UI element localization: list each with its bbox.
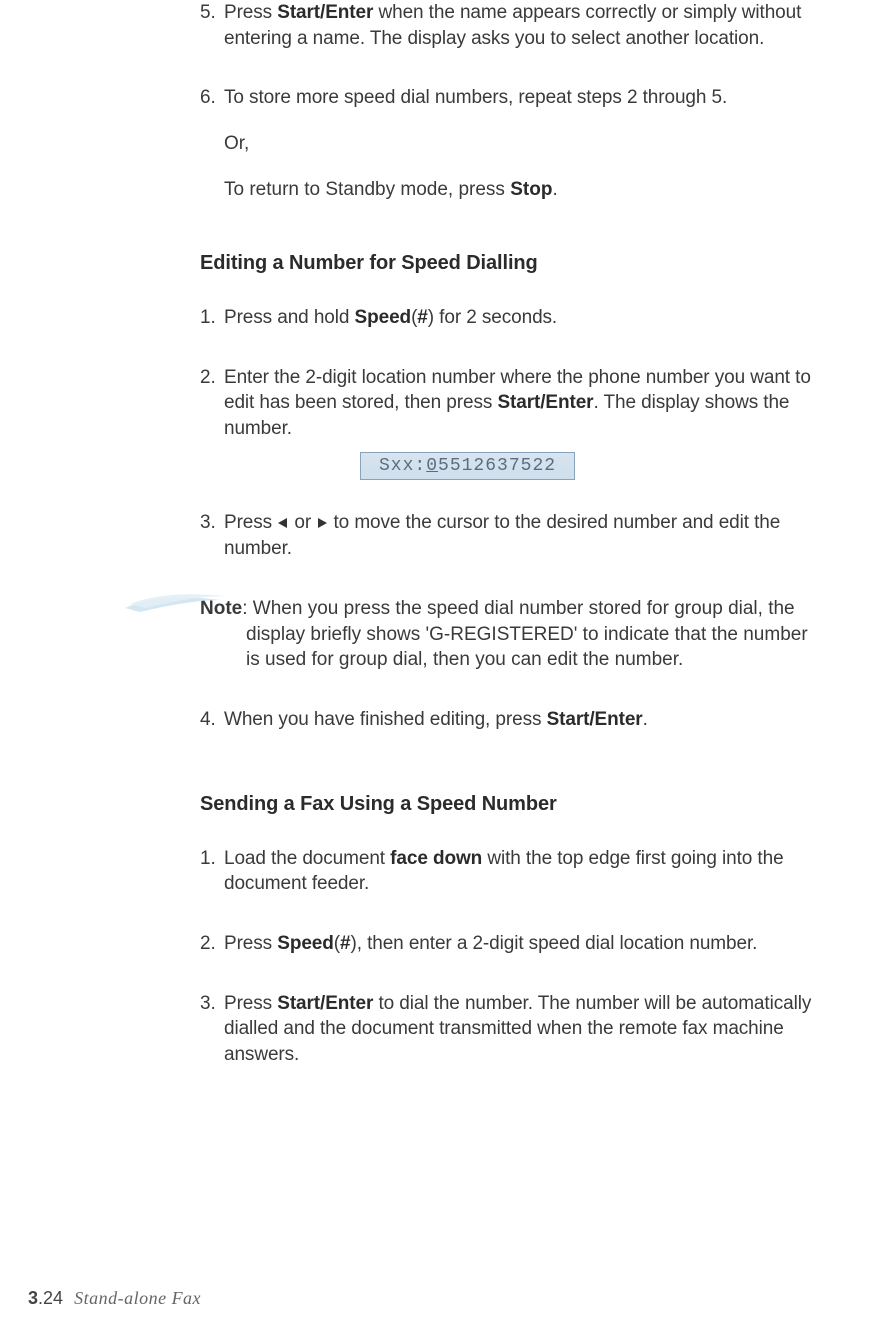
edit-step-1: 1. Press and hold Speed(#) for 2 seconds… bbox=[200, 305, 822, 331]
text: or bbox=[289, 512, 316, 533]
step-6-return: To return to Standby mode, press Stop. bbox=[200, 177, 822, 203]
send-step-1: 1. Load the document face down with the … bbox=[200, 846, 822, 897]
text: To return to Standby mode, press bbox=[224, 179, 510, 200]
edit-step-2: 2. Enter the 2-digit location number whe… bbox=[200, 365, 822, 442]
page-number: 24 bbox=[43, 1288, 63, 1308]
send-step-2: 2. Press Speed(#), then enter a 2-digit … bbox=[200, 931, 822, 957]
page-content: 5. Press Start/Enter when the name appea… bbox=[0, 0, 882, 1067]
step-body: Load the document face down with the top… bbox=[224, 846, 822, 897]
edit-step-3: 3. Press or to move the cursor to the de… bbox=[200, 510, 822, 562]
step-number: 1. bbox=[200, 305, 224, 331]
button-name: Stop bbox=[510, 179, 552, 200]
note-text: Note: When you press the speed dial numb… bbox=[200, 596, 822, 673]
text: Press bbox=[224, 2, 277, 23]
text: When you have finished editing, press bbox=[224, 709, 547, 730]
button-name: Start/Enter bbox=[277, 2, 373, 23]
button-name: Speed bbox=[355, 307, 412, 328]
heading-editing: Editing a Number for Speed Dialling bbox=[200, 252, 822, 275]
step-body: Press Start/Enter when the name appears … bbox=[224, 0, 822, 51]
button-name: Start/Enter bbox=[547, 709, 643, 730]
text: Press bbox=[224, 933, 277, 954]
display-row: Sxx:05512637522 bbox=[200, 456, 822, 510]
step-number: 5. bbox=[200, 0, 224, 26]
note-block: Note: When you press the speed dial numb… bbox=[200, 596, 822, 673]
text: ) for 2 seconds. bbox=[428, 307, 557, 328]
heading-sending: Sending a Fax Using a Speed Number bbox=[200, 793, 822, 816]
display-cursor-digit: 0 bbox=[426, 456, 438, 476]
step-number: 6. bbox=[200, 85, 224, 111]
chapter-number: 3 bbox=[28, 1288, 38, 1308]
step-number: 3. bbox=[200, 510, 224, 536]
note-continuation: display briefly shows 'G-REGISTERED' to … bbox=[200, 622, 822, 673]
display-prefix: Sxx: bbox=[379, 456, 426, 476]
button-name: Start/Enter bbox=[497, 392, 593, 413]
step-number: 2. bbox=[200, 365, 224, 391]
step-body: When you have finished editing, press St… bbox=[224, 707, 822, 733]
note-first-line: When you press the speed dial number sto… bbox=[253, 598, 795, 619]
step-body: Press or to move the cursor to the desir… bbox=[224, 510, 822, 562]
text: Load the document bbox=[224, 848, 390, 869]
send-step-3: 3. Press Start/Enter to dial the number.… bbox=[200, 991, 822, 1068]
right-arrow-icon bbox=[316, 511, 328, 537]
lcd-display: Sxx:05512637522 bbox=[360, 452, 575, 480]
step-body: Press Start/Enter to dial the number. Th… bbox=[224, 991, 822, 1068]
page-footer: 3.24 Stand-alone Fax bbox=[28, 1288, 201, 1309]
text: Press bbox=[224, 512, 277, 533]
display-rest: 5512637522 bbox=[438, 456, 556, 476]
text: . bbox=[643, 709, 648, 730]
left-arrow-icon bbox=[277, 511, 289, 537]
key-name: # bbox=[340, 933, 350, 954]
text: Press and hold bbox=[224, 307, 355, 328]
step-5: 5. Press Start/Enter when the name appea… bbox=[200, 0, 822, 51]
text: To store more speed dial numbers, repeat… bbox=[224, 87, 727, 108]
text: Press bbox=[224, 993, 277, 1014]
button-name: Speed bbox=[277, 933, 334, 954]
button-name: Start/Enter bbox=[277, 993, 373, 1014]
step-number: 1. bbox=[200, 846, 224, 872]
step-body: To store more speed dial numbers, repeat… bbox=[224, 85, 822, 111]
key-name: # bbox=[417, 307, 427, 328]
step-body: Enter the 2-digit location number where … bbox=[224, 365, 822, 442]
step-6: 6. To store more speed dial numbers, rep… bbox=[200, 85, 822, 111]
note-swoosh-icon bbox=[120, 586, 240, 616]
text: . bbox=[552, 179, 557, 200]
note-colon: : bbox=[242, 598, 253, 619]
step-body: Press and hold Speed(#) for 2 seconds. bbox=[224, 305, 822, 331]
step-6-or: Or, bbox=[200, 131, 822, 157]
emphasis: face down bbox=[390, 848, 482, 869]
step-number: 2. bbox=[200, 931, 224, 957]
section-title: Stand-alone Fax bbox=[74, 1288, 201, 1308]
text: ), then enter a 2-digit speed dial locat… bbox=[350, 933, 757, 954]
edit-step-4: 4. When you have finished editing, press… bbox=[200, 707, 822, 733]
step-number: 3. bbox=[200, 991, 224, 1017]
step-body: Press Speed(#), then enter a 2-digit spe… bbox=[224, 931, 822, 957]
step-number: 4. bbox=[200, 707, 224, 733]
